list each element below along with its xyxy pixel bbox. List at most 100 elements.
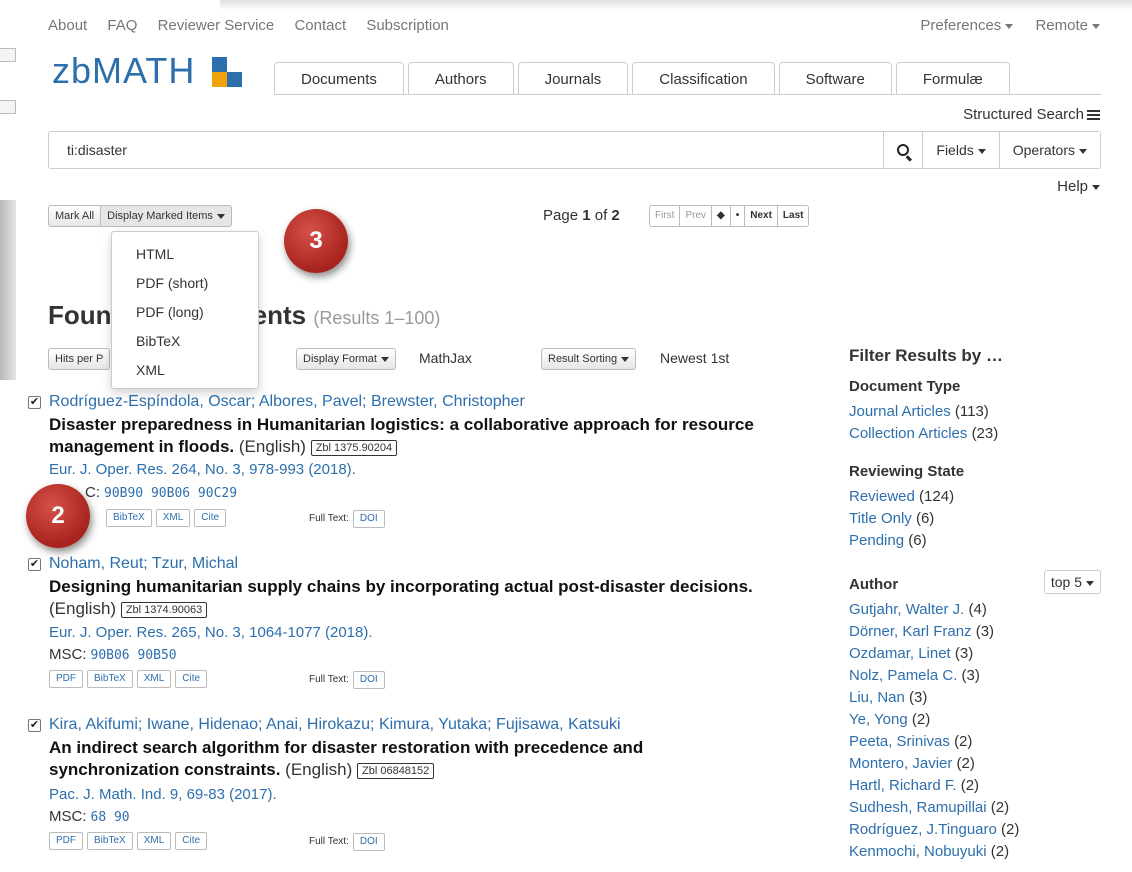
pagination: First Prev ◆ • Next Last — [649, 205, 810, 227]
filter-item: Gutjahr, Walter J. (4) — [849, 599, 1109, 621]
top-nav: About FAQ Reviewer Service Contact Subsc… — [48, 17, 465, 34]
tab-classification[interactable]: Classification — [632, 62, 775, 95]
doi-button[interactable]: DOI — [352, 833, 385, 851]
msc-label: MSC: — [49, 646, 87, 663]
zbl-link[interactable]: Zbl 1375.90204 — [310, 439, 398, 456]
result-checkbox[interactable]: ✔ — [28, 396, 41, 409]
nav-subscription[interactable]: Subscription — [366, 17, 449, 34]
chevron-down-icon — [216, 213, 225, 219]
bibtex-button[interactable]: BibTeX — [106, 509, 152, 527]
dropdown-item-xml[interactable]: XML — [112, 356, 258, 385]
nav-contact[interactable]: Contact — [294, 17, 346, 34]
nav-faq[interactable]: FAQ — [107, 17, 137, 34]
zbl-link[interactable]: Zbl 06848152 — [357, 762, 435, 779]
msc-codes[interactable]: 68 90 — [91, 810, 130, 825]
pdf-button[interactable]: PDF — [49, 670, 83, 688]
last-page-button[interactable]: Last — [777, 205, 810, 227]
search-icon — [897, 144, 910, 156]
result-source[interactable]: Eur. J. Oper. Res. 264, No. 3, 978-993 (… — [49, 461, 356, 478]
result-authors[interactable]: Kira, Akifumi; Iwane, Hidenao; Anai, Hir… — [49, 716, 621, 734]
structured-search-link[interactable]: Structured Search — [963, 106, 1100, 123]
zbmath-logo-text[interactable]: zbMATH — [52, 50, 195, 92]
filter-link[interactable]: Pending — [849, 532, 904, 549]
nav-reviewer-service[interactable]: Reviewer Service — [158, 17, 275, 34]
operators-dropdown[interactable]: Operators — [998, 132, 1100, 168]
result-source[interactable]: Pac. J. Math. Ind. 9, 69-83 (2017). — [49, 786, 277, 803]
filter-link[interactable]: Kenmochi, Nobuyuki — [849, 843, 987, 860]
filter-link[interactable]: Peeta, Srinivas — [849, 733, 950, 750]
result-checkbox[interactable]: ✔ — [28, 558, 41, 571]
tab-journals[interactable]: Journals — [517, 62, 629, 95]
tab-software[interactable]: Software — [778, 62, 892, 95]
preferences-menu[interactable]: Preferences — [920, 17, 1014, 34]
filter-link[interactable]: Nolz, Pamela C. — [849, 667, 957, 684]
filter-link[interactable]: Rodríguez, J.Tinguaro — [849, 821, 997, 838]
xml-button[interactable]: XML — [136, 670, 172, 688]
xml-button[interactable]: XML — [136, 832, 172, 850]
xml-button[interactable]: XML — [155, 509, 191, 527]
next-page-button[interactable]: Next — [745, 205, 778, 227]
search-input[interactable] — [49, 132, 884, 168]
filter-link[interactable]: Title Only — [849, 510, 912, 527]
filter-link[interactable]: Journal Articles — [849, 403, 951, 420]
result-authors[interactable]: Rodríguez-Espíndola, Oscar; Albores, Pav… — [49, 393, 525, 411]
mark-all-button[interactable]: Mark All — [48, 205, 102, 227]
msc-codes[interactable]: 90B90 90B06 90C29 — [104, 486, 237, 501]
cite-button[interactable]: Cite — [175, 670, 208, 688]
dropdown-item-html[interactable]: HTML — [112, 240, 258, 269]
filter-link[interactable]: Liu, Nan — [849, 689, 905, 706]
result-sorting-value: Newest 1st — [660, 350, 730, 366]
fields-dropdown[interactable]: Fields — [922, 132, 999, 168]
filter-count: (2) — [1001, 821, 1020, 838]
msc-label: MSC: — [49, 808, 87, 825]
filter-link[interactable]: Montero, Javier — [849, 755, 952, 772]
result-authors[interactable]: Noham, Reut; Tzur, Michal — [49, 555, 238, 573]
remote-menu[interactable]: Remote — [1035, 17, 1100, 34]
msc-codes[interactable]: 90B06 90B50 — [91, 648, 177, 663]
filter-link[interactable]: Hartl, Richard F. — [849, 777, 957, 794]
nav-about[interactable]: About — [48, 17, 87, 34]
result-sorting-button[interactable]: Result Sorting — [541, 348, 637, 370]
dropdown-item-bibtex[interactable]: BibTeX — [112, 327, 258, 356]
filter-link[interactable]: Dörner, Karl Franz — [849, 623, 972, 640]
page-marker-button[interactable]: ◆ — [712, 205, 731, 227]
tab-formulae[interactable]: Formulæ — [895, 62, 1010, 95]
filter-link[interactable]: Gutjahr, Walter J. — [849, 601, 964, 618]
tab-authors[interactable]: Authors — [407, 62, 514, 95]
display-marked-items-button[interactable]: Display Marked Items — [101, 205, 232, 227]
help-menu[interactable]: Help — [1057, 178, 1100, 195]
zbmath-logo-icon — [212, 57, 242, 87]
filter-link[interactable]: Reviewed — [849, 488, 915, 505]
dropdown-item-pdf-short[interactable]: PDF (short) — [112, 269, 258, 298]
result-title: An indirect search algorithm for disaste… — [49, 737, 769, 781]
result-checkbox[interactable]: ✔ — [28, 719, 41, 732]
filter-link[interactable]: Collection Articles — [849, 425, 967, 442]
result-source[interactable]: Eur. J. Oper. Res. 265, No. 3, 1064-1077… — [49, 624, 373, 641]
filter-link[interactable]: Ye, Yong — [849, 711, 908, 728]
filter-item: Pending (6) — [849, 530, 1109, 552]
prev-page-button[interactable]: Prev — [680, 205, 713, 227]
cite-button[interactable]: Cite — [175, 832, 208, 850]
hits-per-page-button[interactable]: Hits per P — [48, 348, 111, 370]
dropdown-item-pdf-long[interactable]: PDF (long) — [112, 298, 258, 327]
search-button[interactable] — [883, 132, 923, 168]
display-format-label: Display Format — [303, 353, 377, 365]
filter-link[interactable]: Sudhesh, Ramupillai — [849, 799, 987, 816]
top-5-dropdown[interactable]: top 5 — [1043, 570, 1101, 594]
cite-button[interactable]: Cite — [194, 509, 227, 527]
display-format-button[interactable]: Display Format — [296, 348, 396, 370]
page-indicator: Page 1 of 2 — [543, 207, 620, 224]
zbl-link[interactable]: Zbl 1374.90063 — [120, 601, 208, 618]
chevron-down-icon — [380, 356, 389, 362]
filter-link[interactable]: Ozdamar, Linet — [849, 645, 951, 662]
bibtex-button[interactable]: BibTeX — [87, 670, 133, 688]
doi-button[interactable]: DOI — [352, 510, 385, 528]
search-bar: Fields Operators — [48, 131, 1101, 169]
first-page-button[interactable]: First — [649, 205, 681, 227]
pdf-button[interactable]: PDF — [49, 832, 83, 850]
tab-documents[interactable]: Documents — [274, 62, 404, 95]
page-dot-button[interactable]: • — [730, 205, 746, 227]
result-title-text: Designing humanitarian supply chains by … — [49, 577, 753, 596]
bibtex-button[interactable]: BibTeX — [87, 832, 133, 850]
doi-button[interactable]: DOI — [352, 671, 385, 689]
